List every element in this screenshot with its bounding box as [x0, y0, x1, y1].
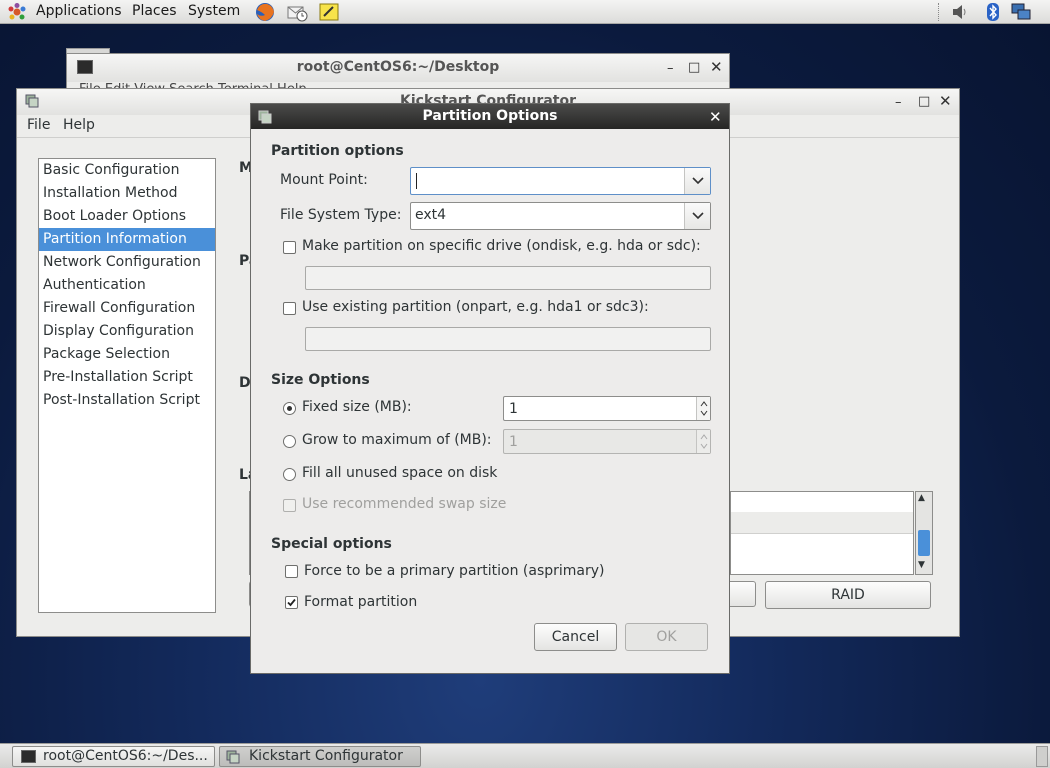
taskbar-item-kickstart[interactable]: Kickstart Configurator [219, 746, 421, 767]
taskbar-item-label: root@CentOS6:~/Des... [43, 748, 208, 764]
sidebar-item-post-installation-script[interactable]: Post-Installation Script [39, 389, 215, 412]
close-icon[interactable]: ✕ [939, 94, 952, 109]
close-icon[interactable]: ✕ [710, 60, 723, 75]
fixed-size-value[interactable]: 1 [509, 401, 518, 417]
asprimary-label[interactable]: Force to be a primary partition (asprima… [304, 563, 605, 579]
partition-table[interactable] [730, 491, 914, 575]
sidebar-item-installation-method[interactable]: Installation Method [39, 182, 215, 205]
mail-clock-icon[interactable] [286, 2, 308, 22]
fs-type-combo[interactable]: ext4 [410, 202, 711, 230]
minimize-icon[interactable]: – [895, 96, 902, 110]
volume-icon[interactable] [950, 2, 972, 22]
onpart-label[interactable]: Use existing partition (onpart, e.g. hda… [302, 299, 649, 315]
places-menu[interactable]: Places [132, 0, 177, 24]
sidebar-item-partition-information[interactable]: Partition Information [39, 228, 215, 251]
onpart-input [305, 327, 711, 351]
applications-menu[interactable]: Applications [36, 0, 122, 24]
fixed-size-spinner[interactable]: 1 [503, 396, 711, 421]
scroll-down-icon[interactable]: ▼ [918, 560, 925, 570]
firefox-icon[interactable] [254, 2, 276, 22]
format-partition-checkbox[interactable] [285, 596, 298, 609]
partition-options-dialog[interactable]: Partition Options ✕ Partition options Mo… [250, 103, 730, 674]
mount-point-combo[interactable] [410, 167, 711, 195]
workspace-switcher[interactable] [1036, 746, 1048, 767]
sidebar-item-package-selection[interactable]: Package Selection [39, 343, 215, 366]
panel-separator [938, 3, 939, 21]
partial-label-d: D [239, 375, 251, 391]
grow-max-value: 1 [509, 434, 518, 450]
sidebar-item-firewall-configuration[interactable]: Firewall Configuration [39, 297, 215, 320]
dialog-title: Partition Options [422, 108, 558, 124]
table-scrollbar[interactable]: ▲ ▼ [915, 491, 933, 575]
terminal-titlebar[interactable]: root@CentOS6:~/Desktop – □ ✕ [67, 54, 729, 82]
swap-size-checkbox [283, 499, 296, 512]
scroll-up-icon[interactable]: ▲ [918, 493, 925, 503]
table-row[interactable] [731, 512, 913, 534]
fill-space-radio[interactable] [283, 468, 296, 481]
spinner-buttons[interactable] [696, 397, 710, 420]
taskbar: root@CentOS6:~/Des... Kickstart Configur… [0, 743, 1050, 768]
onpart-checkbox[interactable] [283, 302, 296, 315]
raid-button[interactable]: RAID [765, 581, 931, 609]
notes-icon[interactable] [318, 2, 340, 22]
ok-button: OK [625, 623, 708, 651]
sidebar-item-network-configuration[interactable]: Network Configuration [39, 251, 215, 274]
spinner-buttons [696, 430, 710, 453]
mount-point-label: Mount Point: [280, 172, 368, 188]
size-options-heading: Size Options [271, 372, 370, 388]
scroll-thumb[interactable] [918, 530, 930, 556]
fs-type-label: File System Type: [280, 207, 402, 223]
gnome-foot-icon [6, 2, 28, 22]
cancel-button[interactable]: Cancel [534, 623, 617, 651]
grow-max-label[interactable]: Grow to maximum of (MB): [302, 432, 492, 448]
network-icon[interactable] [1010, 2, 1032, 22]
ondisk-checkbox[interactable] [283, 241, 296, 254]
system-menu[interactable]: System [188, 0, 240, 24]
grow-max-radio[interactable] [283, 435, 296, 448]
ondisk-input [305, 266, 711, 290]
text-cursor [416, 173, 417, 189]
help-menu[interactable]: Help [63, 117, 95, 133]
fill-space-label[interactable]: Fill all unused space on disk [302, 465, 497, 481]
dialog-titlebar[interactable]: Partition Options ✕ [251, 104, 729, 129]
grow-max-spinner: 1 [503, 429, 711, 454]
format-partition-label[interactable]: Format partition [304, 594, 417, 610]
fs-type-value: ext4 [415, 207, 447, 223]
maximize-icon[interactable]: □ [688, 61, 700, 75]
fixed-size-label[interactable]: Fixed size (MB): [302, 399, 412, 415]
sidebar-item-pre-installation-script[interactable]: Pre-Installation Script [39, 366, 215, 389]
ondisk-label[interactable]: Make partition on specific drive (ondisk… [302, 238, 701, 254]
file-menu[interactable]: File [27, 117, 50, 133]
top-panel: Applications Places System [0, 0, 1050, 24]
taskbar-item-label: Kickstart Configurator [249, 748, 403, 764]
close-icon[interactable]: ✕ [709, 108, 722, 126]
maximize-icon[interactable]: □ [918, 95, 930, 109]
minimize-icon[interactable]: – [667, 62, 674, 76]
chevron-down-icon[interactable] [684, 203, 710, 229]
sidebar-item-boot-loader-options[interactable]: Boot Loader Options [39, 205, 215, 228]
fixed-size-radio[interactable] [283, 402, 296, 415]
partition-options-heading: Partition options [271, 143, 404, 159]
sidebar-item-authentication[interactable]: Authentication [39, 274, 215, 297]
partial-button-right[interactable] [730, 581, 756, 607]
bluetooth-icon[interactable] [982, 2, 1004, 22]
terminal-title: root@CentOS6:~/Desktop [296, 59, 500, 75]
kickstart-app-icon [226, 750, 240, 764]
sidebar-item-display-configuration[interactable]: Display Configuration [39, 320, 215, 343]
asprimary-checkbox[interactable] [285, 565, 298, 578]
terminal-icon [21, 750, 36, 763]
sidebar-item-basic-configuration[interactable]: Basic Configuration [39, 159, 215, 182]
swap-size-label: Use recommended swap size [302, 496, 507, 512]
taskbar-item-terminal[interactable]: root@CentOS6:~/Des... [12, 746, 215, 767]
chevron-down-icon[interactable] [684, 168, 710, 194]
radio-dot [287, 406, 292, 411]
section-list[interactable]: Basic Configuration Installation Method … [38, 158, 216, 613]
special-options-heading: Special options [271, 536, 392, 552]
